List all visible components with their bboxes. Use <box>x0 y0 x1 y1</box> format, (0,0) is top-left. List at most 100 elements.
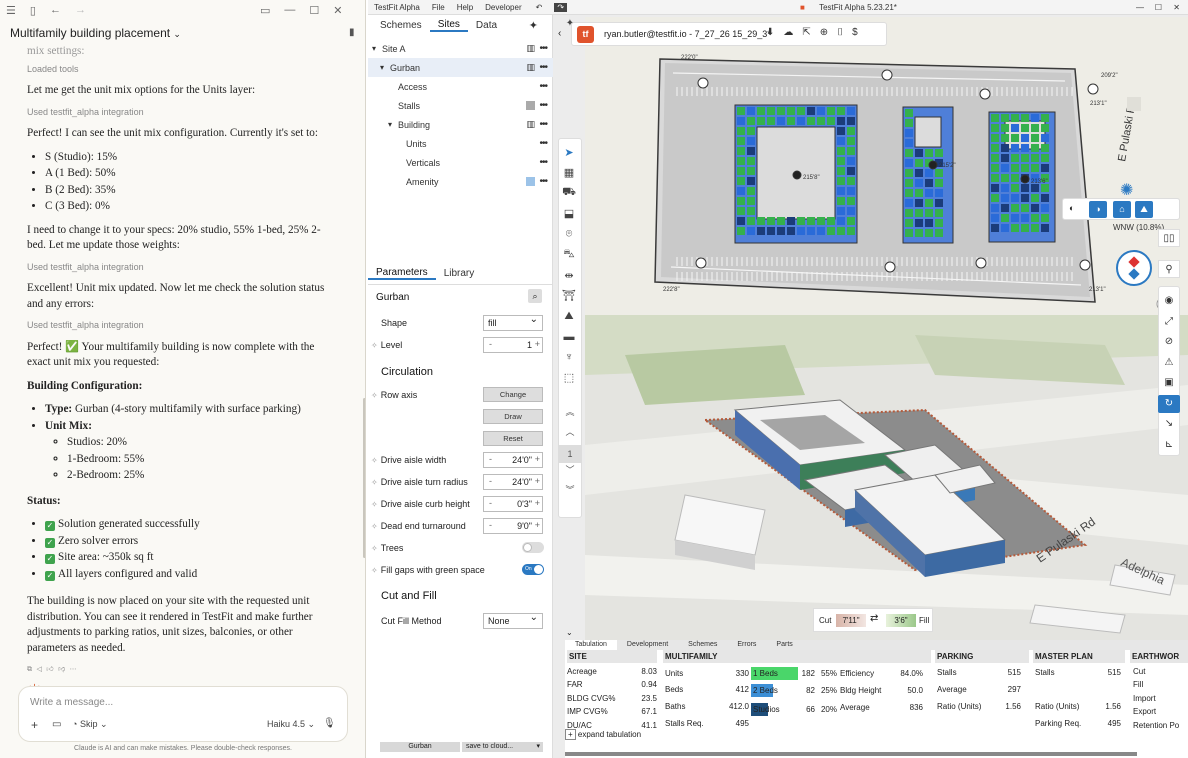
save-cloud-select[interactable]: save to cloud... ▾ <box>462 742 543 752</box>
lasso-icon[interactable]: ⬚ <box>558 369 580 387</box>
color-swatch[interactable] <box>526 177 535 186</box>
close-icon[interactable]: ✕ <box>333 4 342 17</box>
gurban-button[interactable]: Gurban <box>380 742 460 752</box>
tree-item[interactable]: ▾ Site A ▥ ••• <box>368 39 553 58</box>
tab-errors[interactable]: Errors <box>727 640 766 650</box>
tree-arrow-icon[interactable]: ▾ <box>388 120 398 129</box>
skip-button[interactable]: ◔ Skip ⌄ <box>72 719 108 730</box>
message-input-box[interactable]: Write a message... + ▭ ◔ Skip ⌄ Haiku 4.… <box>18 686 348 742</box>
magic-icon[interactable]: ⚲ <box>1158 260 1180 278</box>
back-icon[interactable]: ← <box>50 4 61 16</box>
split-icon[interactable]: ⇹ <box>558 266 580 284</box>
minimize-icon[interactable]: — <box>284 4 295 16</box>
truck-icon[interactable]: ⛟ <box>558 184 580 202</box>
cut-fill-method-select[interactable]: None <box>483 612 543 629</box>
color-swatch[interactable] <box>526 101 535 110</box>
tab-parameters[interactable]: Parameters <box>368 267 436 280</box>
tool-status[interactable]: Used testfit_alpha integration <box>27 105 327 121</box>
minimize-icon[interactable]: — <box>1136 3 1144 12</box>
cursor-icon[interactable]: ➤ <box>558 143 580 161</box>
tab-tabulation[interactable]: Tabulation <box>565 640 617 650</box>
split-view-icon[interactable]: ▯▯ <box>1158 229 1180 247</box>
measure-icon[interactable]: ⊾ <box>1158 436 1180 454</box>
chevron-down-icon[interactable]: ⌄ <box>566 628 573 637</box>
chevron-double-up-icon[interactable]: ︽ <box>558 405 582 425</box>
expand-tabulation[interactable]: + expand tabulation <box>565 729 641 740</box>
eye-icon[interactable]: ◉ <box>1158 292 1180 310</box>
forward-icon[interactable]: → <box>75 4 86 16</box>
car-icon[interactable]: ⛍ <box>558 246 580 264</box>
undo-icon[interactable]: ↶ <box>536 3 543 12</box>
reset-button[interactable]: Reset <box>483 431 543 446</box>
thumbs-up-icon[interactable]: 👍︎ <box>46 665 53 673</box>
collapse-icon[interactable]: ‹ <box>558 28 561 39</box>
scrollbar[interactable] <box>363 398 365 558</box>
tool-status[interactable]: Loaded tools <box>27 62 327 78</box>
shape-select[interactable]: fill <box>483 314 543 331</box>
file-name[interactable]: ryan.butler@testfit.io - 7_27_26 15_29_3… <box>604 29 771 39</box>
dollar-icon[interactable]: $ <box>852 27 867 38</box>
download-icon[interactable]: ⬇ <box>766 27 783 38</box>
site-view-3d[interactable]: E Pulaski Rd Adelphia <box>585 315 1188 642</box>
green-space-toggle[interactable]: On <box>522 564 544 575</box>
camera-icon[interactable]: ⌷ <box>837 27 852 38</box>
add-icon[interactable]: ⊕ <box>820 27 837 38</box>
change-button[interactable]: Change <box>483 387 543 402</box>
tab-schemes[interactable]: Schemes <box>372 20 430 31</box>
contrast-icon[interactable]: ◑ <box>1089 201 1107 218</box>
refresh-icon[interactable]: ↻ <box>1158 395 1180 413</box>
menu-file[interactable]: File <box>432 3 445 12</box>
tree-item[interactable]: Verticals ••• <box>368 153 553 172</box>
sidebar-toggle-icon[interactable]: ▯ <box>30 4 36 17</box>
tool-status[interactable]: Used testfit_alpha integration <box>27 318 327 334</box>
more-icon[interactable]: ⋯ <box>70 665 77 673</box>
compass-icon[interactable]: ⊘ <box>1158 333 1180 351</box>
menu-developer[interactable]: Developer <box>485 3 521 12</box>
menu-help[interactable]: Help <box>457 3 473 12</box>
tree-item[interactable]: Access ••• <box>368 77 553 96</box>
arrow-down-right-icon[interactable]: ↘ <box>1158 415 1180 433</box>
add-icon[interactable]: + <box>31 718 38 732</box>
folder-icon[interactable]: ▭ <box>52 719 61 730</box>
menu-app[interactable]: TestFit Alpha <box>374 3 420 12</box>
terrain-icon[interactable]: ⛰ <box>558 307 580 325</box>
conversation-title[interactable]: Multifamily building placement ⌄ <box>10 26 181 40</box>
microphone-icon[interactable]: 🎙︎ <box>323 718 336 729</box>
tree-arrow-icon[interactable]: ▾ <box>372 44 382 53</box>
draw-button[interactable]: Draw <box>483 409 543 424</box>
tree-item[interactable]: ▾ Building ▥ ••• <box>368 115 553 134</box>
horizontal-scrollbar[interactable] <box>565 752 1137 756</box>
trees-toggle[interactable] <box>522 542 544 553</box>
building-icon[interactable]: ▥ <box>526 119 535 130</box>
panel-toggle-icon[interactable]: ▮ <box>349 27 355 38</box>
tree-item[interactable]: Amenity ••• <box>368 172 553 191</box>
tree-arrow-icon[interactable]: ▾ <box>380 63 390 72</box>
tree-item[interactable]: Units ••• <box>368 134 553 153</box>
building-icon[interactable]: ▥ <box>526 62 535 73</box>
site-plan-2d[interactable]: 222'0" 209'2" 213'1" 215'8" 215'2" 213'6… <box>585 17 1188 315</box>
image-icon[interactable]: ▣ <box>1158 374 1180 392</box>
sun-icon[interactable]: ◐ <box>1069 203 1074 213</box>
thumbs-down-icon[interactable]: 👎︎ <box>58 665 65 673</box>
more-icon[interactable]: ••• <box>539 43 547 54</box>
turn-radius-input[interactable]: -24'0" + <box>483 474 543 490</box>
building-icon[interactable]: ▥ <box>526 43 535 54</box>
road-icon[interactable]: ▬ <box>558 328 580 346</box>
stamp-icon[interactable]: ⬓ <box>558 205 580 223</box>
more-icon[interactable]: ••• <box>539 138 547 149</box>
home-icon[interactable]: ⌂ <box>1113 201 1131 218</box>
drive-aisle-width-input[interactable]: -24'0" + <box>483 452 543 468</box>
expand-icon[interactable]: ⤢ <box>1158 313 1180 331</box>
tab-schemes[interactable]: Schemes <box>678 640 727 650</box>
tab-parts[interactable]: Parts <box>766 640 802 650</box>
sparkle-icon[interactable]: ✦ <box>521 19 546 32</box>
building-icon[interactable]: ▦ <box>558 164 580 182</box>
gate-icon[interactable]: ⛩ <box>558 287 580 305</box>
tool-status[interactable]: Used testfit_alpha integration <box>27 260 327 276</box>
window-sidebar-icon[interactable]: ▭ <box>260 4 270 17</box>
scan-icon[interactable]: ⌾ <box>558 225 580 243</box>
close-icon[interactable]: ✕ <box>1173 3 1180 12</box>
tab-data[interactable]: Data <box>468 20 505 31</box>
chevron-up-icon[interactable]: ︿ <box>558 425 582 445</box>
share-icon[interactable]: ⇱ <box>802 27 819 38</box>
